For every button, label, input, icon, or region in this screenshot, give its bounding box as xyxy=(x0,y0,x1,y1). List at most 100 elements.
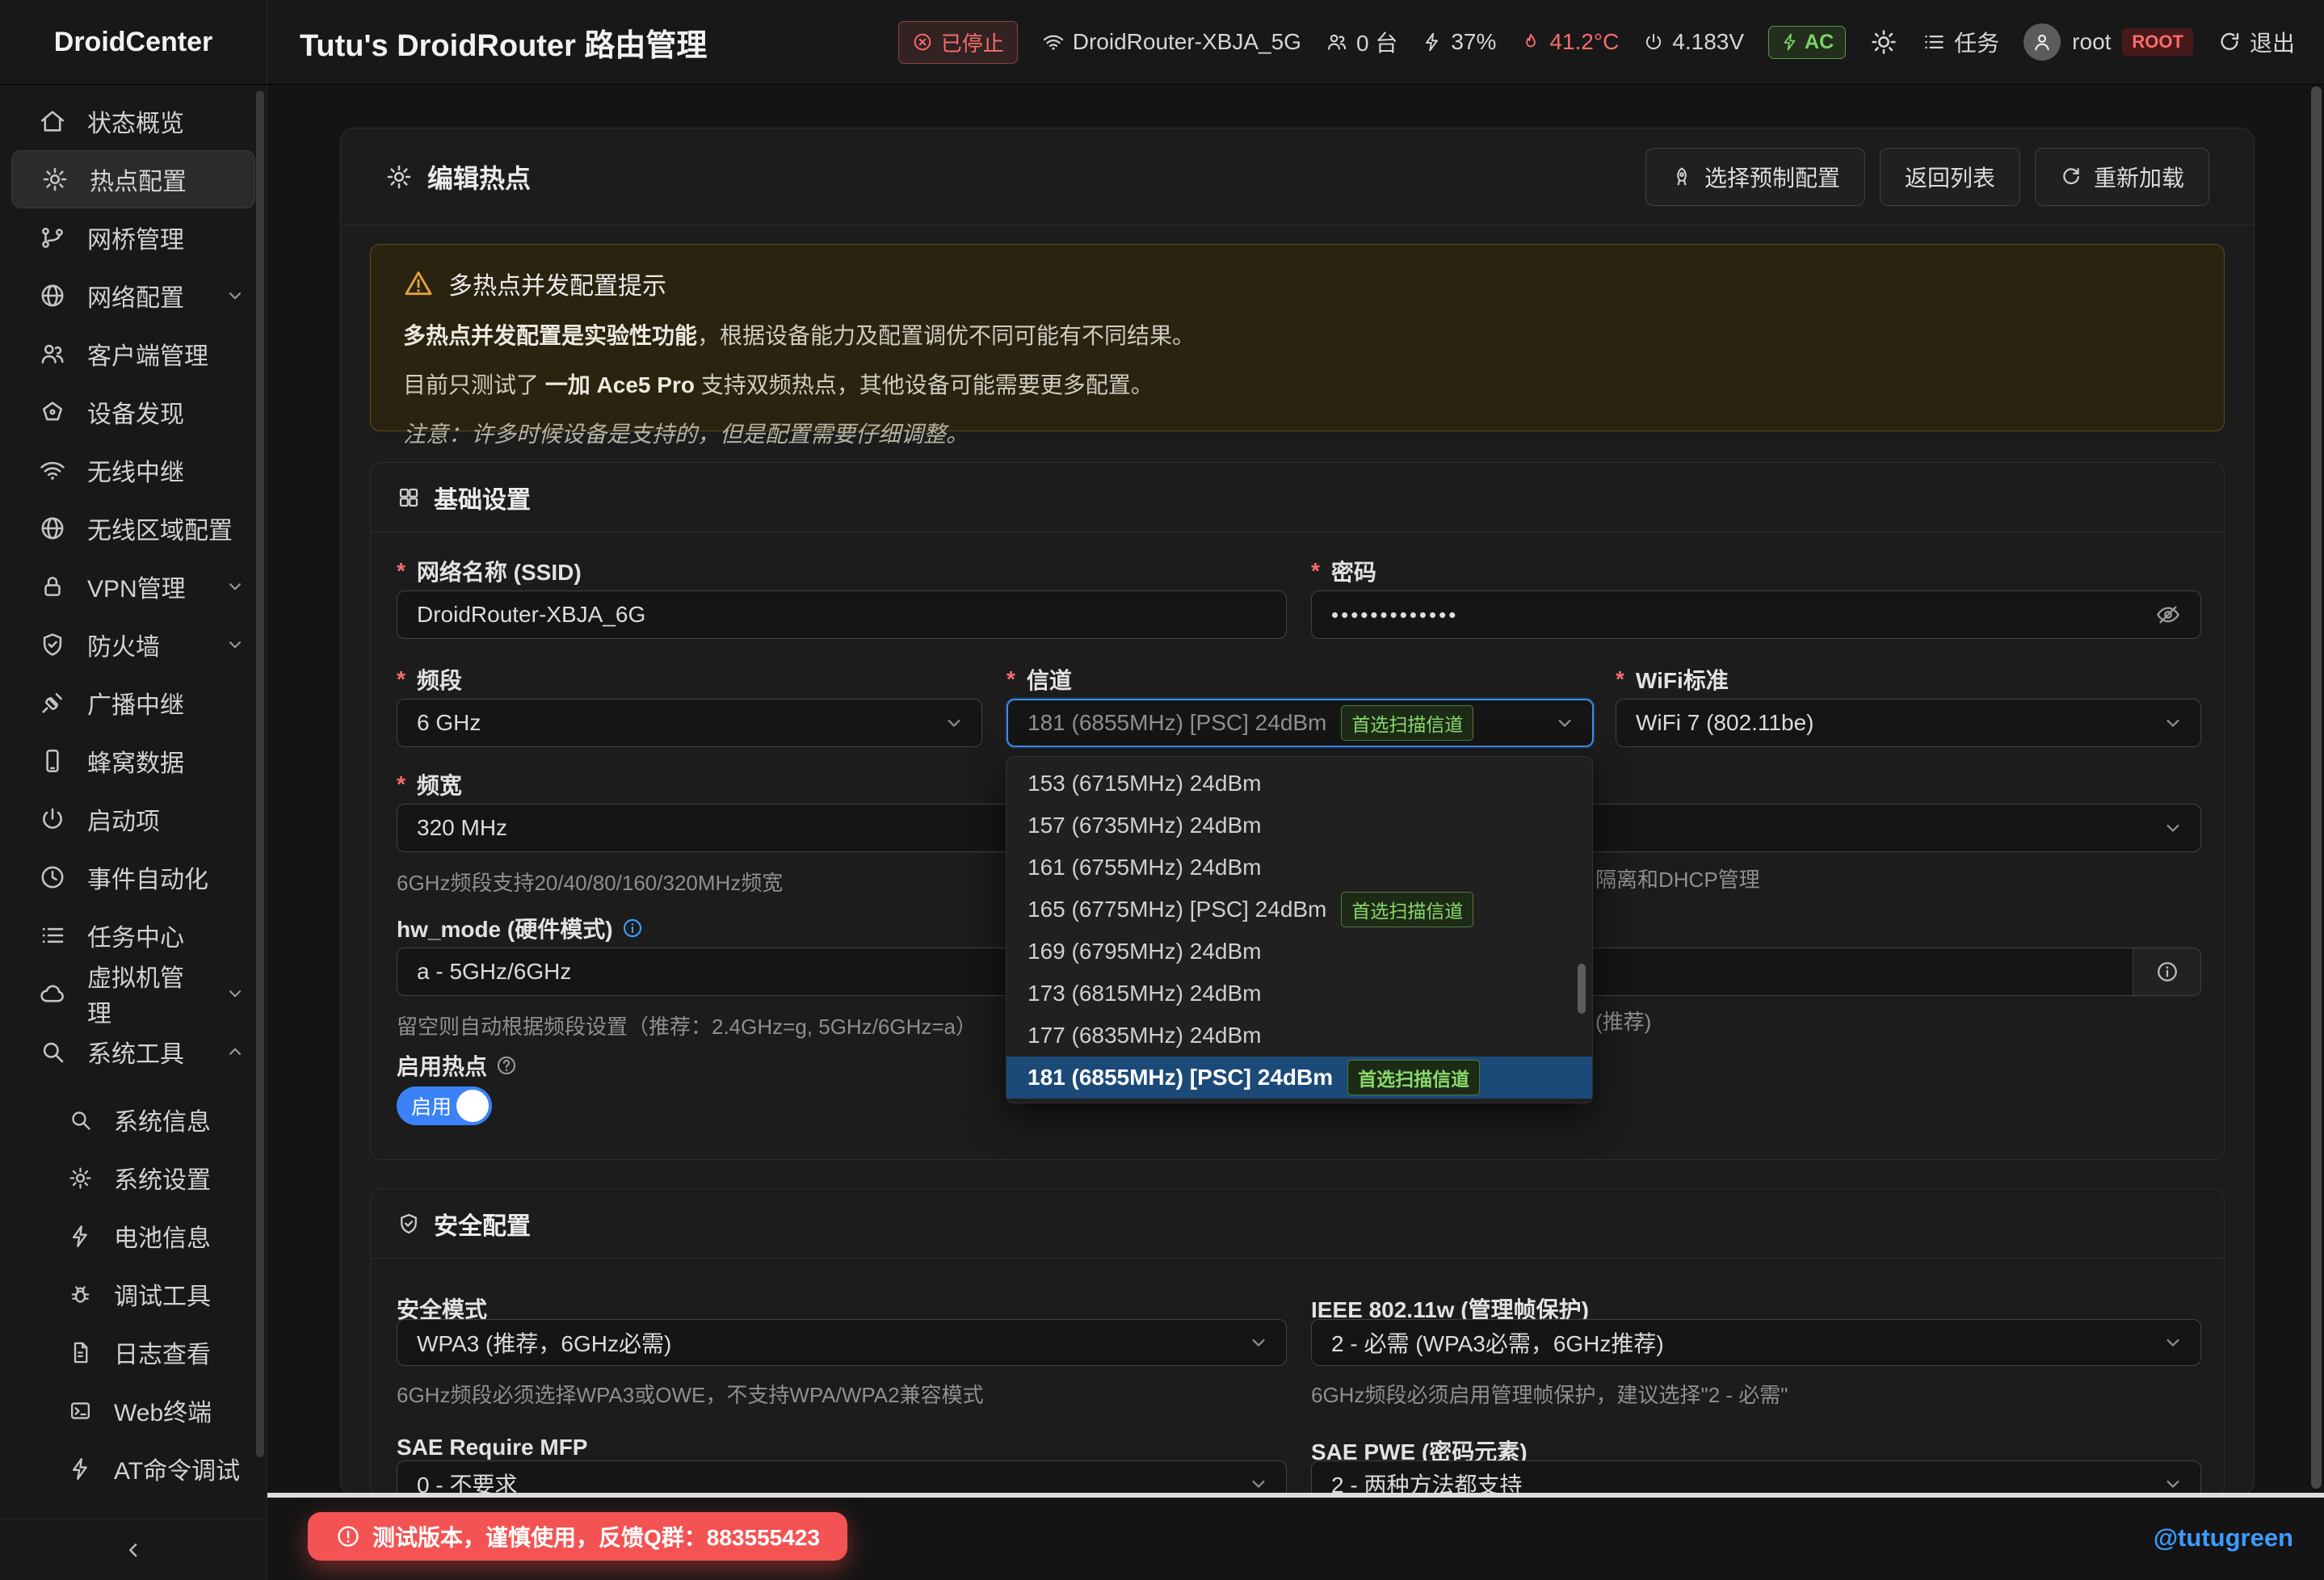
chevron-down-icon xyxy=(225,983,246,1004)
logout-button[interactable]: 退出 xyxy=(2217,26,2295,58)
ssid-input[interactable]: DroidRouter-XBJA_6G xyxy=(397,590,1287,639)
sae-pwe-select[interactable]: 2 - 两种方法都支持 xyxy=(1311,1460,2201,1496)
sidebar-item-debug-tools[interactable]: 调试工具 xyxy=(0,1265,267,1323)
enable-hotspot-toggle[interactable]: 启用 xyxy=(397,1086,492,1125)
chevron-down-icon xyxy=(225,285,246,306)
sidebar-item-bridge[interactable]: 网桥管理 xyxy=(0,208,267,267)
sidebar-item-label: 防火墙 xyxy=(87,627,160,662)
label-text: 频段 xyxy=(417,663,462,695)
phone-icon xyxy=(39,747,66,775)
ac-label: AC xyxy=(1805,31,1834,54)
eye-off-icon[interactable] xyxy=(2155,602,2181,628)
sidebar-item-startup[interactable]: 启动项 xyxy=(0,790,267,848)
voltage-value: 4.183V xyxy=(1672,29,1744,55)
info-icon[interactable] xyxy=(621,917,644,939)
sidebar-item-log-viewer[interactable]: 日志查看 xyxy=(0,1323,267,1381)
sidebar-item-task-center[interactable]: 任务中心 xyxy=(0,906,267,964)
sidebar-item-system-tools[interactable]: 系统工具 xyxy=(0,1023,267,1081)
channel-option[interactable]: 165 (6775MHz) [PSC] 24dBm首选扫描信道 xyxy=(1007,889,1592,931)
reload-button[interactable]: 重新加载 xyxy=(2035,148,2209,206)
security-mode-select[interactable]: WPA3 (推荐，6GHz必需) xyxy=(397,1319,1287,1366)
sidebar-item-wireless-region[interactable]: 无线区域配置 xyxy=(0,499,267,557)
back-to-list-button[interactable]: 返回列表 xyxy=(1880,148,2020,206)
channel-select[interactable]: 181 (6855MHz) [PSC] 24dBm 首选扫描信道 xyxy=(1007,699,1594,747)
select-value: 2 - 必需 (WPA3必需，6GHz推荐) xyxy=(1331,1326,1664,1359)
sidebar-item-firewall[interactable]: 防火墙 xyxy=(0,616,267,674)
sidebar: 状态概览 热点配置 网桥管理 网络配置 客户端管理 设备发现 无线中继 无线区域… xyxy=(0,86,267,1580)
user-menu[interactable]: root ROOT xyxy=(2024,23,2193,61)
section-title: 基础设置 xyxy=(434,480,531,515)
input-value: DroidRouter-XBJA_6G xyxy=(417,602,645,628)
channel-option[interactable]: 169 (6795MHz) 24dBm xyxy=(1007,931,1592,973)
globe-icon xyxy=(39,515,66,542)
sidebar-item-wireless-relay[interactable]: 无线中继 xyxy=(0,441,267,499)
app-logo[interactable]: DroidCenter xyxy=(0,0,267,84)
sidebar-scrollbar[interactable] xyxy=(256,90,264,1457)
sidebar-item-label: 系统工具 xyxy=(87,1034,184,1069)
select-preset-button[interactable]: 选择预制配置 xyxy=(1645,148,1865,206)
input-info-suffix[interactable] xyxy=(2133,948,2200,995)
wifi-icon xyxy=(39,456,66,484)
band-select[interactable]: 6 GHz xyxy=(397,699,982,747)
sidebar-item-web-terminal[interactable]: Web终端 xyxy=(0,1381,267,1439)
sidebar-item-device-discovery[interactable]: 设备发现 xyxy=(0,383,267,441)
basic-settings-header: 基础设置 xyxy=(371,463,2224,532)
sidebar-item-status-overview[interactable]: 状态概览 xyxy=(0,92,267,150)
password-dots: ••••••••••••• xyxy=(1331,603,1458,628)
channel-option[interactable]: 173 (6815MHz) 24dBm xyxy=(1007,973,1592,1015)
sidebar-item-vm-mgmt[interactable]: 虚拟机管理 xyxy=(0,964,267,1023)
sidebar-item-label: 网桥管理 xyxy=(87,220,184,255)
channel-option[interactable]: 177 (6835MHz) 24dBm xyxy=(1007,1015,1592,1057)
channel-option[interactable]: 153 (6715MHz) 24dBm xyxy=(1007,763,1592,805)
theme-toggle-sun-icon[interactable] xyxy=(1870,28,1897,56)
author-credit[interactable]: @tutugreen xyxy=(2154,1523,2293,1553)
label-text: 启用热点 xyxy=(397,1049,487,1082)
channel-option[interactable]: 161 (6755MHz) 24dBm xyxy=(1007,847,1592,889)
sidebar-item-system-info[interactable]: 系统信息 xyxy=(0,1090,267,1149)
channel-option[interactable]: 157 (6735MHz) 24dBm xyxy=(1007,805,1592,847)
battery-percent: 37% xyxy=(1451,29,1496,55)
sae-mfp-select[interactable]: 0 - 不要求 xyxy=(397,1460,1287,1496)
channel-label: *信道 xyxy=(1007,663,1072,695)
wifi-ssid-status: DroidRouter-XBJA_5G xyxy=(1042,29,1301,55)
sidebar-item-battery-info[interactable]: 电池信息 xyxy=(0,1207,267,1265)
sidebar-item-system-settings[interactable]: 系统设置 xyxy=(0,1149,267,1207)
sidebar-item-cellular-data[interactable]: 蜂窝数据 xyxy=(0,732,267,790)
sidebar-item-event-automation[interactable]: 事件自动化 xyxy=(0,848,267,906)
sidebar-collapse-button[interactable] xyxy=(0,1519,267,1580)
label-text: 频宽 xyxy=(417,768,462,801)
enable-hotspot-label: 启用热点 xyxy=(397,1049,518,1082)
wifi-standard-select[interactable]: WiFi 7 (802.11be) xyxy=(1616,699,2201,747)
warning-title: 多热点并发配置提示 xyxy=(403,266,2192,301)
tasks-button[interactable]: 任务 xyxy=(1922,26,1999,58)
sidebar-item-client-mgmt[interactable]: 客户端管理 xyxy=(0,325,267,383)
sidebar-item-label: Web终端 xyxy=(114,1393,212,1428)
chevron-up-icon xyxy=(225,1041,246,1062)
band-label: *频段 xyxy=(397,663,462,695)
sidebar-item-label: 调试工具 xyxy=(114,1276,211,1312)
sidebar-item-label: 客户端管理 xyxy=(87,336,208,372)
page-scrollbar[interactable] xyxy=(2311,86,2322,1489)
sidebar-item-broadcast-relay[interactable]: 广播中继 xyxy=(0,674,267,732)
list-icon xyxy=(39,922,66,949)
dropdown-scrollbar[interactable] xyxy=(1578,964,1586,1014)
chevron-down-icon xyxy=(2162,1331,2184,1354)
password-input[interactable]: ••••••••••••• xyxy=(1311,590,2201,639)
option-label: 153 (6715MHz) 24dBm xyxy=(1028,771,1261,796)
button-label: 返回列表 xyxy=(1905,161,1995,193)
sidebar-item-at-command[interactable]: AT命令调试 xyxy=(0,1439,267,1498)
mfp-select[interactable]: 2 - 必需 (WPA3必需，6GHz推荐) xyxy=(1311,1319,2201,1366)
question-icon[interactable] xyxy=(495,1054,518,1077)
sidebar-item-vpn[interactable]: VPN管理 xyxy=(0,557,267,616)
temperature-value: 41.2°C xyxy=(1549,29,1619,55)
chevron-down-icon xyxy=(1247,1331,1270,1354)
sidebar-item-label: 日志查看 xyxy=(114,1334,211,1370)
sidebar-item-hotspot-config[interactable]: 热点配置 xyxy=(11,150,255,208)
password-label: *密码 xyxy=(1311,555,1376,587)
stopped-icon xyxy=(912,32,933,53)
sidebar-item-network-config[interactable]: 网络配置 xyxy=(0,267,267,325)
sidebar-item-label: 蜂窝数据 xyxy=(87,743,184,779)
temperature-status: 41.2°C xyxy=(1520,29,1619,55)
select-value: 181 (6855MHz) [PSC] 24dBm xyxy=(1028,710,1326,736)
channel-option-selected[interactable]: 181 (6855MHz) [PSC] 24dBm首选扫描信道 xyxy=(1007,1057,1592,1099)
